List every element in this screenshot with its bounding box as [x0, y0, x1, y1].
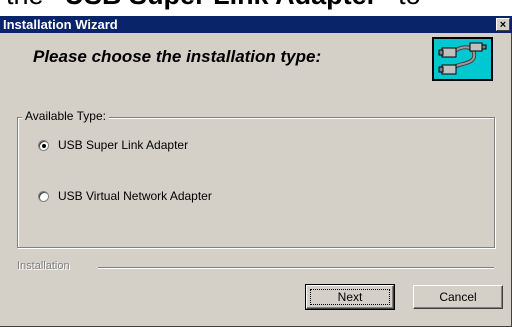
- window-title: Installation Wizard: [3, 17, 118, 32]
- usb-cable-icon: [432, 37, 493, 81]
- document-text: the “USB Super Link Adapter” to: [0, 0, 512, 16]
- header-prompt: Please choose the installation type:: [33, 47, 322, 66]
- option-usb-super-link-adapter[interactable]: USB Super Link Adapter: [38, 137, 188, 153]
- installation-label: Installation: [17, 260, 70, 272]
- document-text-before: the: [6, 0, 51, 10]
- cancel-button-label: Cancel: [439, 290, 477, 304]
- title-bar[interactable]: Installation Wizard ×: [0, 16, 512, 33]
- document-text-bold: “USB Super Link Adapter”: [51, 0, 391, 10]
- separator-line: [98, 267, 494, 269]
- wizard-header: Please choose the installation type:: [0, 33, 511, 96]
- installation-wizard-window: Installation Wizard × Please choose the …: [0, 16, 512, 327]
- cancel-button[interactable]: Cancel: [413, 285, 503, 309]
- focus-rect: [310, 289, 390, 305]
- option-label: USB Virtual Network Adapter: [58, 189, 212, 203]
- document-text-after: to: [391, 0, 421, 10]
- option-label: USB Super Link Adapter: [58, 138, 189, 152]
- option-usb-virtual-network-adapter[interactable]: USB Virtual Network Adapter: [38, 188, 212, 204]
- available-type-legend: Available Type:: [22, 109, 109, 123]
- radio-button[interactable]: [38, 190, 49, 202]
- close-button[interactable]: ×: [496, 18, 510, 31]
- radio-button-selected[interactable]: [38, 139, 49, 151]
- next-button[interactable]: Next: [305, 284, 395, 310]
